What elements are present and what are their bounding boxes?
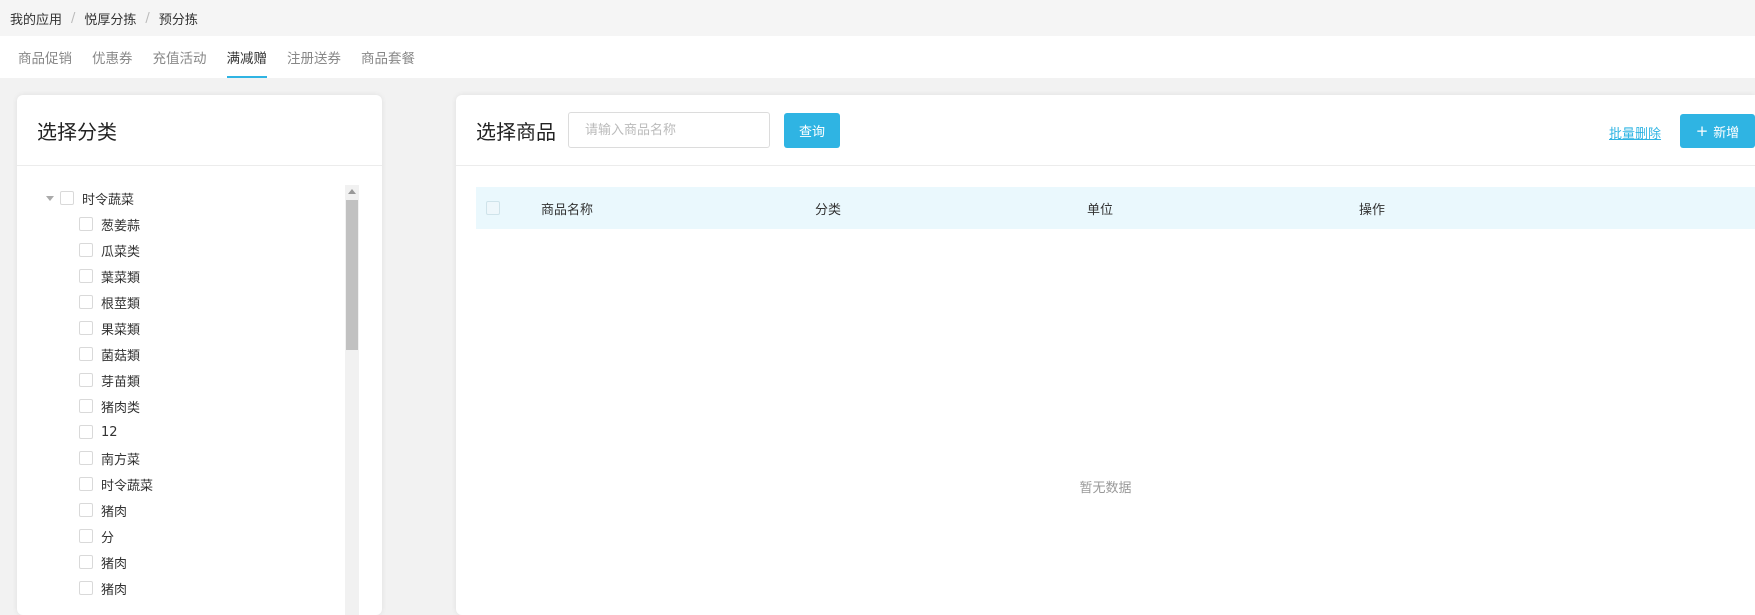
- tree-checkbox[interactable]: [79, 373, 93, 387]
- category-panel-title: 选择分类: [37, 119, 117, 144]
- column-header-product-name: 商品名称: [541, 202, 594, 218]
- empty-state-text: 暂无数据: [1079, 481, 1132, 496]
- tree-node-child[interactable]: 瓜菜类: [17, 237, 347, 263]
- product-search-input[interactable]: [568, 112, 770, 148]
- tree-node-child[interactable]: 猪肉: [17, 497, 347, 523]
- tree-checkbox[interactable]: [79, 555, 93, 569]
- tree-node-label: 时令蔬菜: [101, 478, 154, 494]
- tree-node-label: 猪肉: [101, 582, 128, 598]
- tab-coupons[interactable]: 优惠券: [92, 36, 133, 78]
- query-button[interactable]: 查询: [784, 112, 840, 148]
- tree-checkbox[interactable]: [79, 243, 93, 257]
- tree-node-child[interactable]: 南方菜: [17, 445, 347, 471]
- breadcrumb-item-my-apps[interactable]: 我的应用: [10, 9, 62, 28]
- tree-node-label: 根莖類: [101, 296, 141, 312]
- tree-node-child[interactable]: 根莖類: [17, 289, 347, 315]
- tree-node-child[interactable]: 12: [17, 419, 347, 445]
- tab-bar: 商品促销 优惠券 充值活动 满减赠 注册送券 商品套餐: [0, 36, 1755, 78]
- tree-checkbox[interactable]: [60, 191, 74, 205]
- caret-down-icon[interactable]: [46, 195, 54, 201]
- tree-checkbox[interactable]: [79, 581, 93, 595]
- category-panel-header: 选择分类: [17, 95, 382, 166]
- tree-node-label: 南方菜: [101, 452, 141, 468]
- breadcrumb-separator: /: [145, 10, 150, 26]
- add-button-label: 新增: [1713, 125, 1740, 141]
- column-header-category: 分类: [815, 202, 842, 218]
- breadcrumb-separator: /: [71, 10, 76, 26]
- tree-node-label: 猪肉: [101, 556, 128, 572]
- batch-delete-link[interactable]: 批量删除: [1609, 123, 1661, 142]
- tree-node-child[interactable]: 猪肉类: [17, 393, 347, 419]
- tree-node-label: 时令蔬菜: [82, 192, 135, 208]
- tree-checkbox[interactable]: [79, 477, 93, 491]
- tree-checkbox[interactable]: [79, 217, 93, 231]
- tree-node-label: 分: [101, 530, 115, 546]
- tree-node-child[interactable]: 葱姜蒜: [17, 211, 347, 237]
- tree-checkbox[interactable]: [79, 451, 93, 465]
- add-button[interactable]: + 新增: [1680, 114, 1755, 148]
- plus-icon: +: [1695, 122, 1709, 140]
- tree-node-root[interactable]: 时令蔬菜: [17, 185, 347, 211]
- scrollbar-thumb[interactable]: [346, 200, 358, 350]
- tree-node-label: 芽苗類: [101, 374, 141, 390]
- tab-register-coupon[interactable]: 注册送券: [287, 36, 341, 78]
- tree-node-child[interactable]: 猪肉: [17, 549, 347, 575]
- product-panel-header: 选择商品 查询 批量删除 + 新增: [456, 95, 1755, 166]
- tree-checkbox[interactable]: [79, 425, 93, 439]
- product-panel-title: 选择商品: [476, 119, 556, 144]
- tree-node-child[interactable]: 芽苗類: [17, 367, 347, 393]
- tree-node-label: 猪肉类: [101, 400, 141, 416]
- breadcrumb-item-sorting[interactable]: 悦厚分拣: [84, 9, 136, 28]
- select-all-checkbox[interactable]: [486, 201, 500, 215]
- tab-recharge-activity[interactable]: 充值活动: [153, 36, 207, 78]
- tree-node-label: 12: [101, 424, 118, 440]
- tree-checkbox[interactable]: [79, 529, 93, 543]
- tree-node-label: 猪肉: [101, 504, 128, 520]
- tree-checkbox[interactable]: [79, 269, 93, 283]
- tree-node-child[interactable]: 时令蔬菜: [17, 471, 347, 497]
- tab-product-bundle[interactable]: 商品套餐: [361, 36, 415, 78]
- tree-node-label: 葉菜類: [101, 270, 141, 286]
- scroll-up-arrow-icon[interactable]: [348, 189, 356, 194]
- category-tree: 时令蔬菜 葱姜蒜 瓜菜类 葉菜類 根莖類 果菜類 菌菇類 芽苗類 猪肉类 12 …: [17, 185, 347, 615]
- tree-node-label: 葱姜蒜: [101, 218, 141, 234]
- breadcrumb: 我的应用 / 悦厚分拣 / 预分拣: [0, 0, 1755, 36]
- tree-checkbox[interactable]: [79, 347, 93, 361]
- tree-node-label: 果菜類: [101, 322, 141, 338]
- tree-checkbox[interactable]: [79, 295, 93, 309]
- table-header: 商品名称 分类 单位 操作: [476, 187, 1755, 229]
- category-panel: 选择分类 时令蔬菜 葱姜蒜 瓜菜类 葉菜類 根莖類 果菜類 菌菇類 芽苗類 猪肉…: [17, 95, 382, 615]
- tree-checkbox[interactable]: [79, 321, 93, 335]
- tree-scrollbar[interactable]: [345, 185, 359, 615]
- column-header-actions: 操作: [1359, 202, 1386, 218]
- tree-checkbox[interactable]: [79, 503, 93, 517]
- tree-node-label: 菌菇類: [101, 348, 141, 364]
- tree-node-child[interactable]: 分: [17, 523, 347, 549]
- tree-node-child[interactable]: 果菜類: [17, 315, 347, 341]
- column-header-unit: 单位: [1087, 202, 1114, 218]
- tab-full-reduction-gift[interactable]: 满减赠: [226, 36, 267, 78]
- tree-node-label: 瓜菜类: [101, 244, 141, 260]
- tree-node-child[interactable]: 猪肉: [17, 575, 347, 601]
- breadcrumb-item-presort: 预分拣: [158, 12, 198, 28]
- tree-node-child[interactable]: 葉菜類: [17, 263, 347, 289]
- tab-product-promotion[interactable]: 商品促销: [18, 36, 72, 78]
- product-panel: 选择商品 查询 批量删除 + 新增 商品名称 分类 单位 操作 暂无数据: [456, 95, 1755, 615]
- tree-node-child[interactable]: 菌菇類: [17, 341, 347, 367]
- tree-checkbox[interactable]: [79, 399, 93, 413]
